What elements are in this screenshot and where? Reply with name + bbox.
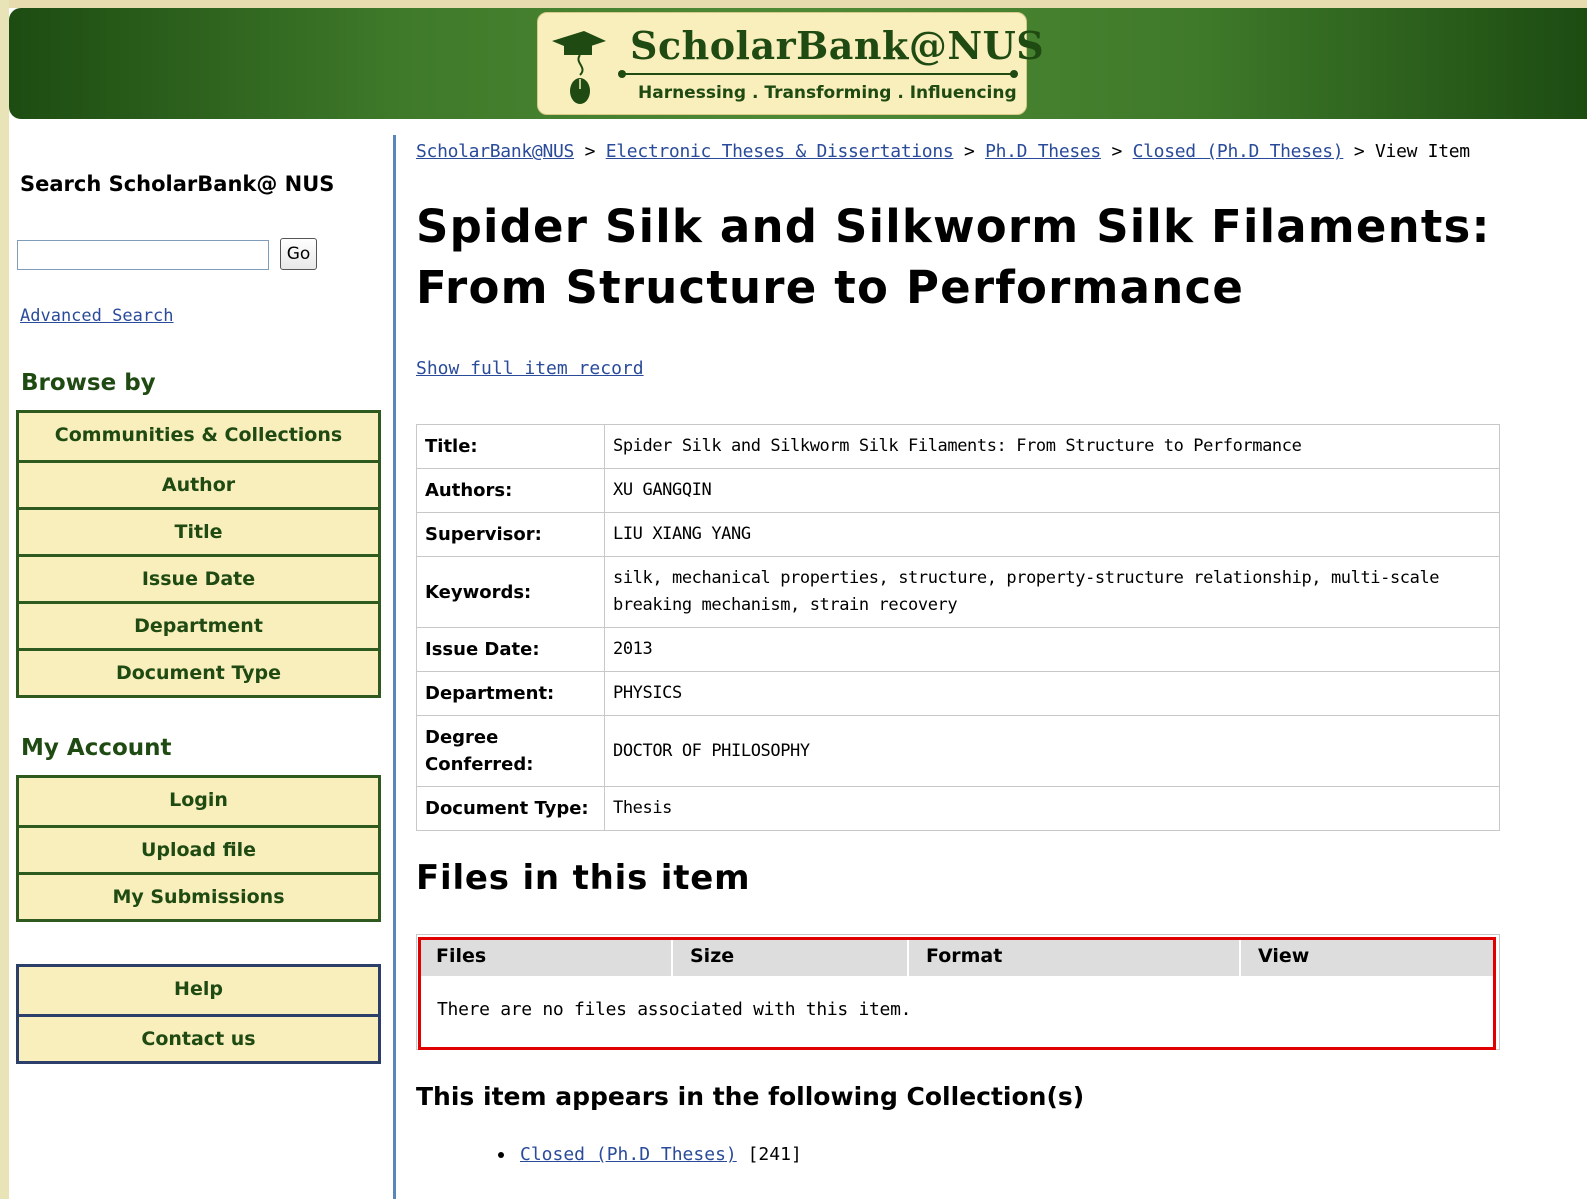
field-label: Title: bbox=[416, 424, 605, 469]
graduation-cap-mouse-icon bbox=[552, 31, 606, 104]
browse-issue-date[interactable]: Issue Date bbox=[19, 554, 378, 601]
breadcrumb-current: View Item bbox=[1375, 141, 1470, 162]
item-metadata-table: Title: Spider Silk and Silkworm Silk Fil… bbox=[416, 424, 1500, 831]
my-submissions-link[interactable]: My Submissions bbox=[19, 872, 378, 919]
browse-department[interactable]: Department bbox=[19, 601, 378, 648]
breadcrumb-separator: > bbox=[1111, 141, 1123, 162]
top-strip bbox=[0, 0, 1587, 8]
no-files-message: There are no files associated with this … bbox=[437, 999, 912, 1020]
sidebar-divider bbox=[393, 135, 396, 1199]
account-heading: My Account bbox=[21, 735, 172, 761]
field-value: Thesis bbox=[604, 786, 1500, 831]
show-full-record-link[interactable]: Show full item record bbox=[416, 358, 644, 379]
list-item: Closed (Ph.D Theses) [241] bbox=[498, 1144, 802, 1165]
breadcrumb: ScholarBank@NUS > Electronic Theses & Di… bbox=[416, 141, 1470, 162]
table-row: Supervisor: LIU XIANG YANG bbox=[416, 512, 1500, 557]
field-label: Keywords: bbox=[416, 556, 605, 628]
account-menu: Login Upload file My Submissions bbox=[16, 775, 381, 922]
field-label: Degree Conferred: bbox=[416, 715, 605, 787]
help-link[interactable]: Help bbox=[19, 967, 378, 1014]
table-row: Department: PHYSICS bbox=[416, 671, 1500, 716]
field-label: Issue Date: bbox=[416, 627, 605, 672]
field-value: DOCTOR OF PHILOSOPHY bbox=[604, 715, 1500, 787]
field-value: XU GANGQIN bbox=[604, 468, 1500, 513]
field-label: Document Type: bbox=[416, 786, 605, 831]
browse-heading: Browse by bbox=[21, 370, 156, 396]
column-header-files: Files bbox=[421, 940, 673, 976]
search-title: Search ScholarBank@ NUS bbox=[20, 172, 335, 196]
breadcrumb-item[interactable]: Closed (Ph.D Theses) bbox=[1133, 141, 1344, 162]
page-title: Spider Silk and Silkworm Silk Filaments:… bbox=[416, 200, 1491, 314]
table-row: Keywords: silk, mechanical properties, s… bbox=[416, 556, 1500, 628]
browse-communities-collections[interactable]: Communities & Collections bbox=[19, 413, 378, 460]
column-header-view: View bbox=[1258, 945, 1310, 967]
collection-link[interactable]: Closed (Ph.D Theses) bbox=[520, 1144, 737, 1165]
left-strip bbox=[0, 0, 9, 1199]
collections-list: Closed (Ph.D Theses) [241] bbox=[498, 1144, 802, 1165]
files-heading: Files in this item bbox=[416, 858, 751, 898]
logo-divider-dot bbox=[1010, 70, 1018, 78]
field-value: Spider Silk and Silkworm Silk Filaments:… bbox=[604, 424, 1500, 469]
table-row: Degree Conferred: DOCTOR OF PHILOSOPHY bbox=[416, 715, 1500, 787]
contact-us-link[interactable]: Contact us bbox=[19, 1014, 378, 1061]
breadcrumb-separator: > bbox=[584, 141, 596, 162]
field-label: Supervisor: bbox=[416, 512, 605, 557]
table-row: Title: Spider Silk and Silkworm Silk Fil… bbox=[416, 424, 1500, 469]
browse-author[interactable]: Author bbox=[19, 460, 378, 507]
column-header-format: Format bbox=[911, 940, 1241, 976]
browse-document-type[interactable]: Document Type bbox=[19, 648, 378, 695]
field-value: PHYSICS bbox=[604, 671, 1500, 716]
go-button[interactable]: Go bbox=[280, 238, 317, 270]
breadcrumb-item[interactable]: ScholarBank@NUS bbox=[416, 141, 574, 162]
breadcrumb-separator: > bbox=[1353, 141, 1365, 162]
bullet-icon bbox=[498, 1152, 504, 1158]
advanced-search-link[interactable]: Advanced Search bbox=[20, 306, 174, 326]
table-row: Issue Date: 2013 bbox=[416, 627, 1500, 672]
browse-title[interactable]: Title bbox=[19, 507, 378, 554]
logo-divider bbox=[622, 73, 1014, 75]
help-menu: Help Contact us bbox=[16, 964, 381, 1064]
logo-title: ScholarBank@NUS bbox=[630, 23, 1045, 68]
upload-file-link[interactable]: Upload file bbox=[19, 825, 378, 872]
breadcrumb-item[interactable]: Ph.D Theses bbox=[985, 141, 1101, 162]
collection-count: [241] bbox=[747, 1144, 802, 1165]
breadcrumb-separator: > bbox=[963, 141, 975, 162]
field-value: LIU XIANG YANG bbox=[604, 512, 1500, 557]
collections-heading: This item appears in the following Colle… bbox=[416, 1082, 1085, 1111]
table-row: Authors: XU GANGQIN bbox=[416, 468, 1500, 513]
browse-menu: Communities & Collections Author Title I… bbox=[16, 410, 381, 698]
breadcrumb-item[interactable]: Electronic Theses & Dissertations bbox=[606, 141, 954, 162]
login-link[interactable]: Login bbox=[19, 778, 378, 825]
field-value: 2013 bbox=[604, 627, 1500, 672]
table-row: Document Type: Thesis bbox=[416, 786, 1500, 831]
field-label: Authors: bbox=[416, 468, 605, 513]
field-label: Department: bbox=[416, 671, 605, 716]
column-header-size: Size bbox=[675, 940, 909, 976]
logo-tagline: Harnessing . Transforming . Influencing bbox=[638, 83, 1017, 103]
files-table-header: Files Size Format View bbox=[421, 940, 1493, 976]
search-input[interactable] bbox=[17, 240, 269, 270]
site-logo[interactable]: ScholarBank@NUS Harnessing . Transformin… bbox=[537, 12, 1044, 115]
field-value: silk, mechanical properties, structure, … bbox=[604, 556, 1500, 628]
